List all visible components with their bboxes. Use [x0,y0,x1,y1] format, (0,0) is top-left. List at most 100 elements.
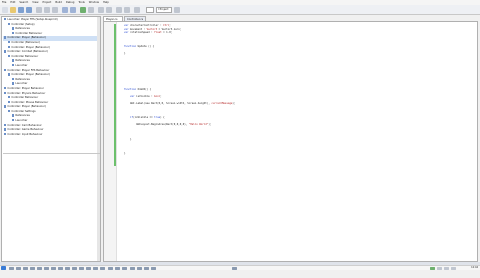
tree-item-label: References [15,114,30,118]
taskbar-app-icon[interactable] [51,266,56,270]
code-line: } [118,152,473,156]
tree-item-label: Controller: Mouse Behaviour [11,100,49,104]
tree-item-label: Controller: Player (Behaviour) [7,105,46,109]
tree-item-label: Controller Behaviour [15,31,43,35]
indent-icon[interactable] [98,6,104,13]
search-input[interactable] [146,6,154,13]
tree-item-label: Controller: Player (Behaviour) [11,45,50,49]
save-all-icon[interactable] [26,6,32,13]
tree-item-label: Controller (Behaviour) [11,41,41,45]
taskbar-app-icon[interactable] [23,266,28,270]
taskbar-app-icon[interactable] [137,266,142,270]
taskbar-app-icon[interactable] [130,266,135,270]
code-token: ; [169,24,171,27]
tray-icon[interactable] [451,266,456,270]
new-file-icon[interactable] [2,6,8,13]
code-token: "Hello World" [188,123,209,127]
uncomment-icon[interactable] [124,6,130,13]
taskbar-app-icon[interactable] [58,266,63,270]
code-token: currentMessage [211,102,233,106]
tray-flag-icon[interactable] [444,266,449,270]
taskbar-app-icon[interactable] [108,266,113,270]
find-combo[interactable]: I Project [156,6,172,13]
taskbar: 12:44 [0,265,480,270]
taskbar-app-icon[interactable] [37,266,42,270]
tree-item-label: Controller: Input Behaviour [7,133,43,137]
tree-item[interactable]: Controller: Input Behaviour [3,132,98,138]
taskbar-app-icon[interactable] [65,266,70,270]
tree-item-label: References [15,27,30,31]
code-token: = 1.0; [161,31,173,35]
taskbar-app-icon[interactable] [44,266,49,270]
taskbar-app-icon[interactable] [86,266,91,270]
find-next-icon[interactable] [174,6,180,13]
copy-icon[interactable] [44,6,50,13]
code-token: rotationSpeed : [128,31,155,35]
taskbar-app-icon[interactable] [30,266,35,270]
tree-item-label: References [15,77,30,81]
tree-item-label: Controller: Physics Behaviour [7,91,46,95]
taskbar-app-icon[interactable] [72,266,77,270]
tree-item-label: Controller: Player FPS Behaviour [7,68,50,72]
taskbar-app-icon[interactable] [93,266,98,270]
paste-icon[interactable] [52,6,58,13]
code-text[interactable]: var characterController : Ctrl; var move… [118,24,473,155]
project-tree: Launcher: Player FPS (Setup.blueprint) Co… [3,18,98,137]
bookmark-icon[interactable] [134,6,140,13]
tree-item-label: Launcher [15,64,28,68]
tree-item-label: Launcher [15,82,28,86]
taskbar-app-icon[interactable] [122,266,127,270]
taskbar-app-icon[interactable] [232,266,237,270]
code-editor[interactable]: var characterController : Ctrl; var move… [103,21,478,262]
comment-icon[interactable] [116,6,122,13]
taskbar-app-icon[interactable] [79,266,84,270]
taskbar-app-icon[interactable] [100,266,105,270]
tree-item-label: Controller (Setup) [11,22,35,26]
code-token: (isVisible == [133,116,155,120]
tree-item-label: Launcher [15,119,28,123]
build-icon[interactable] [88,6,94,13]
change-marker [114,24,116,166]
code-token: ); [232,102,236,106]
cut-icon[interactable] [36,6,42,13]
code-token: } [118,137,132,141]
undo-icon[interactable] [62,6,68,13]
open-folder-icon[interactable] [10,6,16,13]
code-token: function [124,87,137,91]
save-icon[interactable] [18,6,24,13]
taskbar-app-icon[interactable] [16,266,21,270]
tree-item-label: Controller Behaviour [11,96,39,100]
taskbar-app-icon[interactable] [115,266,120,270]
start-button[interactable] [1,266,6,270]
redo-icon[interactable] [70,6,76,13]
tree-item-label: Controller: Combat (Behaviour) [7,50,48,54]
run-icon[interactable] [80,6,86,13]
properties-pane [3,153,100,278]
tree-item-label: Controller Behaviour [11,54,39,58]
code-token: float [154,31,162,35]
code-token: function [124,45,137,49]
tree-item-label: Controller: Player (Behaviour) [7,36,46,40]
tree-item-label: Controller: Player (Behaviour) [11,73,50,77]
taskbar-app-icon[interactable] [144,266,149,270]
code-token: } [118,52,126,56]
tree-item-label: Controller: Game Behaviour [7,128,44,132]
tray-network-icon[interactable] [430,266,435,270]
toolbar: I Project [0,5,480,15]
taskbar-app-icon[interactable] [9,266,14,270]
code-token: ; [160,94,162,98]
tree-item-label: Launcher: Player FPS (Setup.blueprint) [7,18,58,22]
code-token: } [118,151,126,155]
tree-item-label: References [15,59,30,63]
tray-volume-icon[interactable] [437,266,442,270]
code-token: isVisible : [134,94,155,98]
taskbar-app-icon[interactable] [151,266,156,270]
tree-item-label: Controller: Cam Behaviour [7,123,42,127]
outdent-icon[interactable] [106,6,112,13]
tree-item-label: Controller Settings [11,110,36,114]
tree-item-label: Controller: Player Behaviour [7,87,44,91]
